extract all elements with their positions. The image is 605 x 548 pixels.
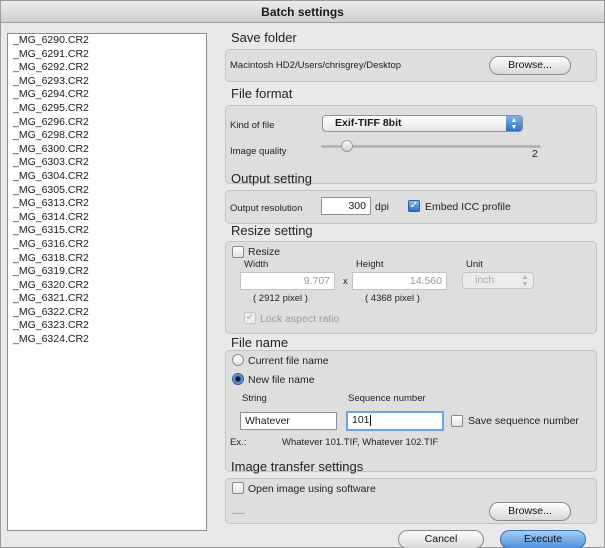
sequence-number-value: 101	[352, 414, 370, 426]
list-item[interactable]: _MG_6291.CR2	[8, 48, 206, 62]
file-name-group: Current file name New file name String S…	[225, 350, 597, 472]
list-item[interactable]: _MG_6313.CR2	[8, 197, 206, 211]
list-item[interactable]: _MG_6323.CR2	[8, 319, 206, 333]
list-item[interactable]: _MG_6295.CR2	[8, 102, 206, 116]
resize-label: Resize	[248, 246, 281, 258]
width-input[interactable]: 9.707	[240, 272, 335, 290]
output-resolution-unit: dpi	[375, 201, 390, 213]
file-format-title: File format	[231, 86, 293, 101]
kind-of-file-value: Exif-TIFF 8bit	[335, 117, 402, 129]
kind-of-file-label: Kind of file	[230, 120, 275, 131]
output-resolution-label: Output resolution	[230, 203, 303, 214]
kind-of-file-select[interactable]: Exif-TIFF 8bit ▲ ▼	[322, 115, 523, 132]
width-label: Width	[244, 259, 269, 270]
unit-select[interactable]: inch ▲ ▼	[462, 272, 534, 289]
list-item[interactable]: _MG_6294.CR2	[8, 88, 206, 102]
file-list[interactable]: _MG_6290.CR2 _MG_6291.CR2 _MG_6292.CR2 _MG_…	[7, 33, 207, 531]
list-item[interactable]: _MG_6300.CR2	[8, 143, 206, 157]
embed-icc-checkbox[interactable]: ✓	[408, 200, 420, 212]
window-title: Batch settings	[1, 1, 604, 23]
current-file-name-radio[interactable]	[232, 354, 244, 366]
list-item[interactable]: _MG_6319.CR2	[8, 265, 206, 279]
save-sequence-checkbox[interactable]	[451, 415, 463, 427]
list-item[interactable]: _MG_6304.CR2	[8, 170, 206, 184]
times-sign: x	[343, 276, 348, 287]
sequence-number-input[interactable]: 101	[346, 411, 444, 431]
list-item[interactable]: _MG_6292.CR2	[8, 61, 206, 75]
save-folder-title: Save folder	[231, 30, 297, 45]
list-item[interactable]: _MG_6320.CR2	[8, 279, 206, 293]
save-folder-group: Macintosh HD2/Users/chrisgrey/Desktop Br…	[225, 49, 597, 82]
list-item[interactable]: _MG_6296.CR2	[8, 116, 206, 130]
lock-aspect-checkbox[interactable]: ✓	[244, 312, 256, 324]
sequence-number-label: Sequence number	[348, 393, 426, 404]
batch-settings-window: Batch settings _MG_6290.CR2 _MG_6291.CR2 _…	[0, 0, 605, 548]
example-label: Ex.:	[230, 437, 247, 448]
save-folder-browse-button[interactable]: Browse...	[489, 56, 571, 75]
image-quality-slider-track[interactable]	[321, 145, 541, 148]
string-input[interactable]: Whatever	[240, 412, 337, 430]
image-quality-slider-thumb[interactable]	[341, 140, 354, 152]
image-quality-value: 2	[532, 148, 538, 160]
text-cursor	[369, 414, 371, 426]
list-item[interactable]: _MG_6314.CR2	[8, 211, 206, 225]
new-file-name-label: New file name	[248, 374, 315, 386]
list-item[interactable]: _MG_6321.CR2	[8, 292, 206, 306]
unit-select-arrows-icon: ▲ ▼	[521, 274, 529, 288]
execute-button[interactable]: Execute	[500, 530, 586, 548]
open-image-checkbox[interactable]	[232, 482, 244, 494]
string-input-value: Whatever	[245, 415, 290, 427]
image-quality-label: Image quality	[230, 146, 287, 157]
list-item[interactable]: _MG_6318.CR2	[8, 252, 206, 266]
current-file-name-label: Current file name	[248, 355, 329, 367]
list-item[interactable]: _MG_6290.CR2	[8, 34, 206, 48]
resize-setting-title: Resize setting	[231, 223, 313, 238]
embed-icc-label: Embed ICC profile	[425, 201, 511, 213]
select-arrows-icon: ▲ ▼	[506, 116, 522, 131]
cancel-button[interactable]: Cancel	[398, 530, 484, 548]
output-setting-title: Output setting	[231, 171, 312, 186]
unit-value: inch	[475, 274, 495, 286]
transfer-browse-button[interactable]: Browse...	[489, 502, 571, 521]
resize-checkbox[interactable]	[232, 246, 244, 258]
string-label: String	[242, 393, 267, 404]
output-setting-group: Output resolution 300 dpi ✓ Embed ICC pr…	[225, 190, 597, 224]
save-sequence-label: Save sequence number	[468, 415, 579, 427]
software-value: ----	[232, 508, 245, 519]
height-label: Height	[356, 259, 384, 270]
new-file-name-radio[interactable]	[232, 373, 244, 385]
list-item[interactable]: _MG_6293.CR2	[8, 75, 206, 89]
unit-label: Unit	[466, 259, 483, 270]
list-item[interactable]: _MG_6303.CR2	[8, 156, 206, 170]
list-item[interactable]: _MG_6305.CR2	[8, 184, 206, 198]
width-pixels: ( 2912 pixel )	[253, 293, 308, 304]
output-resolution-input[interactable]: 300	[321, 197, 371, 215]
file-name-title: File name	[231, 335, 289, 350]
list-item[interactable]: _MG_6315.CR2	[8, 224, 206, 238]
height-pixels: ( 4368 pixel )	[365, 293, 420, 304]
image-transfer-title: Image transfer settings	[231, 459, 364, 474]
image-transfer-group: Open image using software ---- Browse...	[225, 478, 597, 524]
list-item[interactable]: _MG_6316.CR2	[8, 238, 206, 252]
list-item[interactable]: _MG_6322.CR2	[8, 306, 206, 320]
lock-aspect-label: Lock aspect ratio	[260, 313, 340, 325]
list-item[interactable]: _MG_6298.CR2	[8, 129, 206, 143]
list-item[interactable]: _MG_6324.CR2	[8, 333, 206, 347]
example-value: Whatever 101.TIF, Whatever 102.TIF	[282, 437, 439, 448]
save-folder-path: Macintosh HD2/Users/chrisgrey/Desktop	[230, 60, 402, 71]
open-image-label: Open image using software	[248, 483, 376, 495]
resize-setting-group: Resize Width 9.707 ( 2912 pixel ) x Heig…	[225, 241, 597, 334]
height-input[interactable]: 14.560	[352, 272, 447, 290]
